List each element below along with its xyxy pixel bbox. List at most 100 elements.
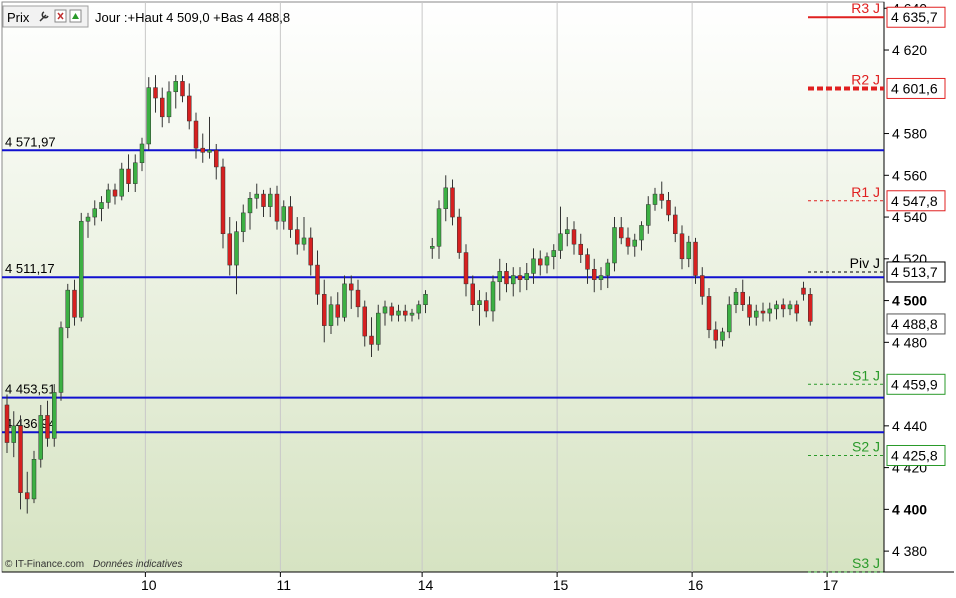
candle-body [106, 189, 111, 203]
candle-body [484, 300, 489, 312]
candle-body [25, 492, 30, 500]
candle-body [740, 291, 745, 305]
candle-body [747, 304, 752, 318]
pivot-name: R2 J [851, 71, 880, 87]
candle-body [538, 258, 543, 266]
candle-body [700, 275, 705, 297]
price-chart: 4 3804 4004 4204 4404 4804 5004 5204 540… [1, 0, 954, 593]
candle-body [301, 237, 307, 245]
close-panel-icon[interactable] [54, 9, 67, 23]
candle-body [578, 243, 583, 255]
candle-body [288, 206, 293, 230]
candle-body [477, 300, 482, 305]
time-tick-label: 10 [141, 577, 157, 593]
candle-body [652, 193, 658, 205]
candle-body [598, 275, 604, 280]
candle-body [396, 310, 401, 316]
candle-body [733, 291, 739, 305]
candle-body [389, 306, 394, 316]
candle-body [605, 262, 610, 276]
candle-body [133, 162, 138, 184]
price-tick-label: 4 620 [892, 42, 927, 58]
time-axis-ticks: 10 11 14 15 16 17 [141, 572, 838, 593]
candle-body [281, 206, 286, 222]
candle-body [11, 425, 16, 443]
pivot-value: 4 513,7 [891, 264, 938, 280]
candle-body [160, 97, 165, 118]
pivot-value: 4 601,6 [891, 80, 938, 96]
candle-body [430, 246, 435, 249]
data-credit: © IT-Finance.com Données indicatives [5, 559, 183, 570]
candle-body [335, 304, 340, 318]
candle-body [625, 237, 631, 247]
candle-body [659, 193, 664, 201]
time-tick-label: 11 [276, 577, 291, 593]
candle-body [787, 304, 793, 310]
candle-body [808, 294, 813, 322]
candle-body [200, 147, 205, 153]
candle-body [254, 193, 259, 199]
candle-body [619, 227, 624, 239]
price-tick-label: 4 540 [892, 209, 927, 225]
candle-body [214, 149, 219, 168]
candle-body [382, 306, 388, 314]
candle-body [720, 331, 725, 341]
candle-body [112, 189, 118, 197]
candle-body [4, 404, 10, 443]
candle-body [760, 310, 766, 314]
candle-body [38, 415, 43, 460]
candle-body [463, 252, 469, 285]
price-tick-label: 4 380 [892, 543, 927, 559]
candle-body [58, 327, 64, 393]
candle-body [504, 271, 509, 285]
candle-body [457, 216, 462, 253]
price-tick-label: 4 580 [892, 126, 927, 142]
move-up-icon[interactable] [69, 9, 82, 23]
candle-body [774, 304, 779, 310]
pivot-name: S3 J [852, 555, 880, 571]
candle-body [207, 149, 212, 153]
candle-body [173, 81, 178, 93]
time-tick-label: 16 [688, 577, 704, 593]
candle-body [490, 281, 496, 312]
candle-body [376, 312, 381, 345]
horizontal-level-label: 4 453,51 [5, 382, 56, 397]
candle-body [315, 264, 320, 295]
candle-body [18, 425, 23, 493]
last-price-value: 4 488,8 [891, 316, 938, 332]
candle-body [241, 212, 246, 232]
price-tick-label: 4 400 [892, 501, 927, 517]
candle-body [146, 87, 151, 145]
candle-body [227, 233, 232, 266]
candle-body [322, 294, 327, 326]
pivot-name: Piv J [850, 255, 880, 271]
candle-body [166, 91, 172, 118]
candle-body [592, 269, 597, 280]
candle-body [706, 296, 712, 331]
candle-body [686, 241, 691, 260]
candle-body [308, 237, 313, 266]
candle-body [92, 208, 97, 218]
pivot-name: S1 J [852, 367, 880, 383]
candle-body [781, 304, 786, 310]
candle-body [85, 216, 91, 222]
candle [52, 384, 57, 447]
candle-body [639, 225, 644, 241]
candle-body [727, 304, 732, 333]
pivot-name: R1 J [851, 184, 880, 200]
candle-body [794, 304, 799, 314]
candle-body [193, 120, 199, 149]
plot-background [1, 1, 885, 573]
candle-body [450, 187, 455, 218]
candle-body [180, 81, 185, 97]
candle-body [416, 304, 421, 314]
candle-body [754, 310, 759, 318]
candle-body [342, 283, 347, 318]
daily-high-low-info: Jour :+Haut 4 509,0 +Bas 4 488,8 [95, 10, 290, 25]
time-tick-label: 15 [553, 577, 569, 593]
candle-body [558, 233, 563, 251]
candle-body [409, 312, 415, 316]
candle-body [497, 271, 502, 283]
panel-label: Prix [7, 10, 30, 25]
candle-body [139, 143, 145, 164]
